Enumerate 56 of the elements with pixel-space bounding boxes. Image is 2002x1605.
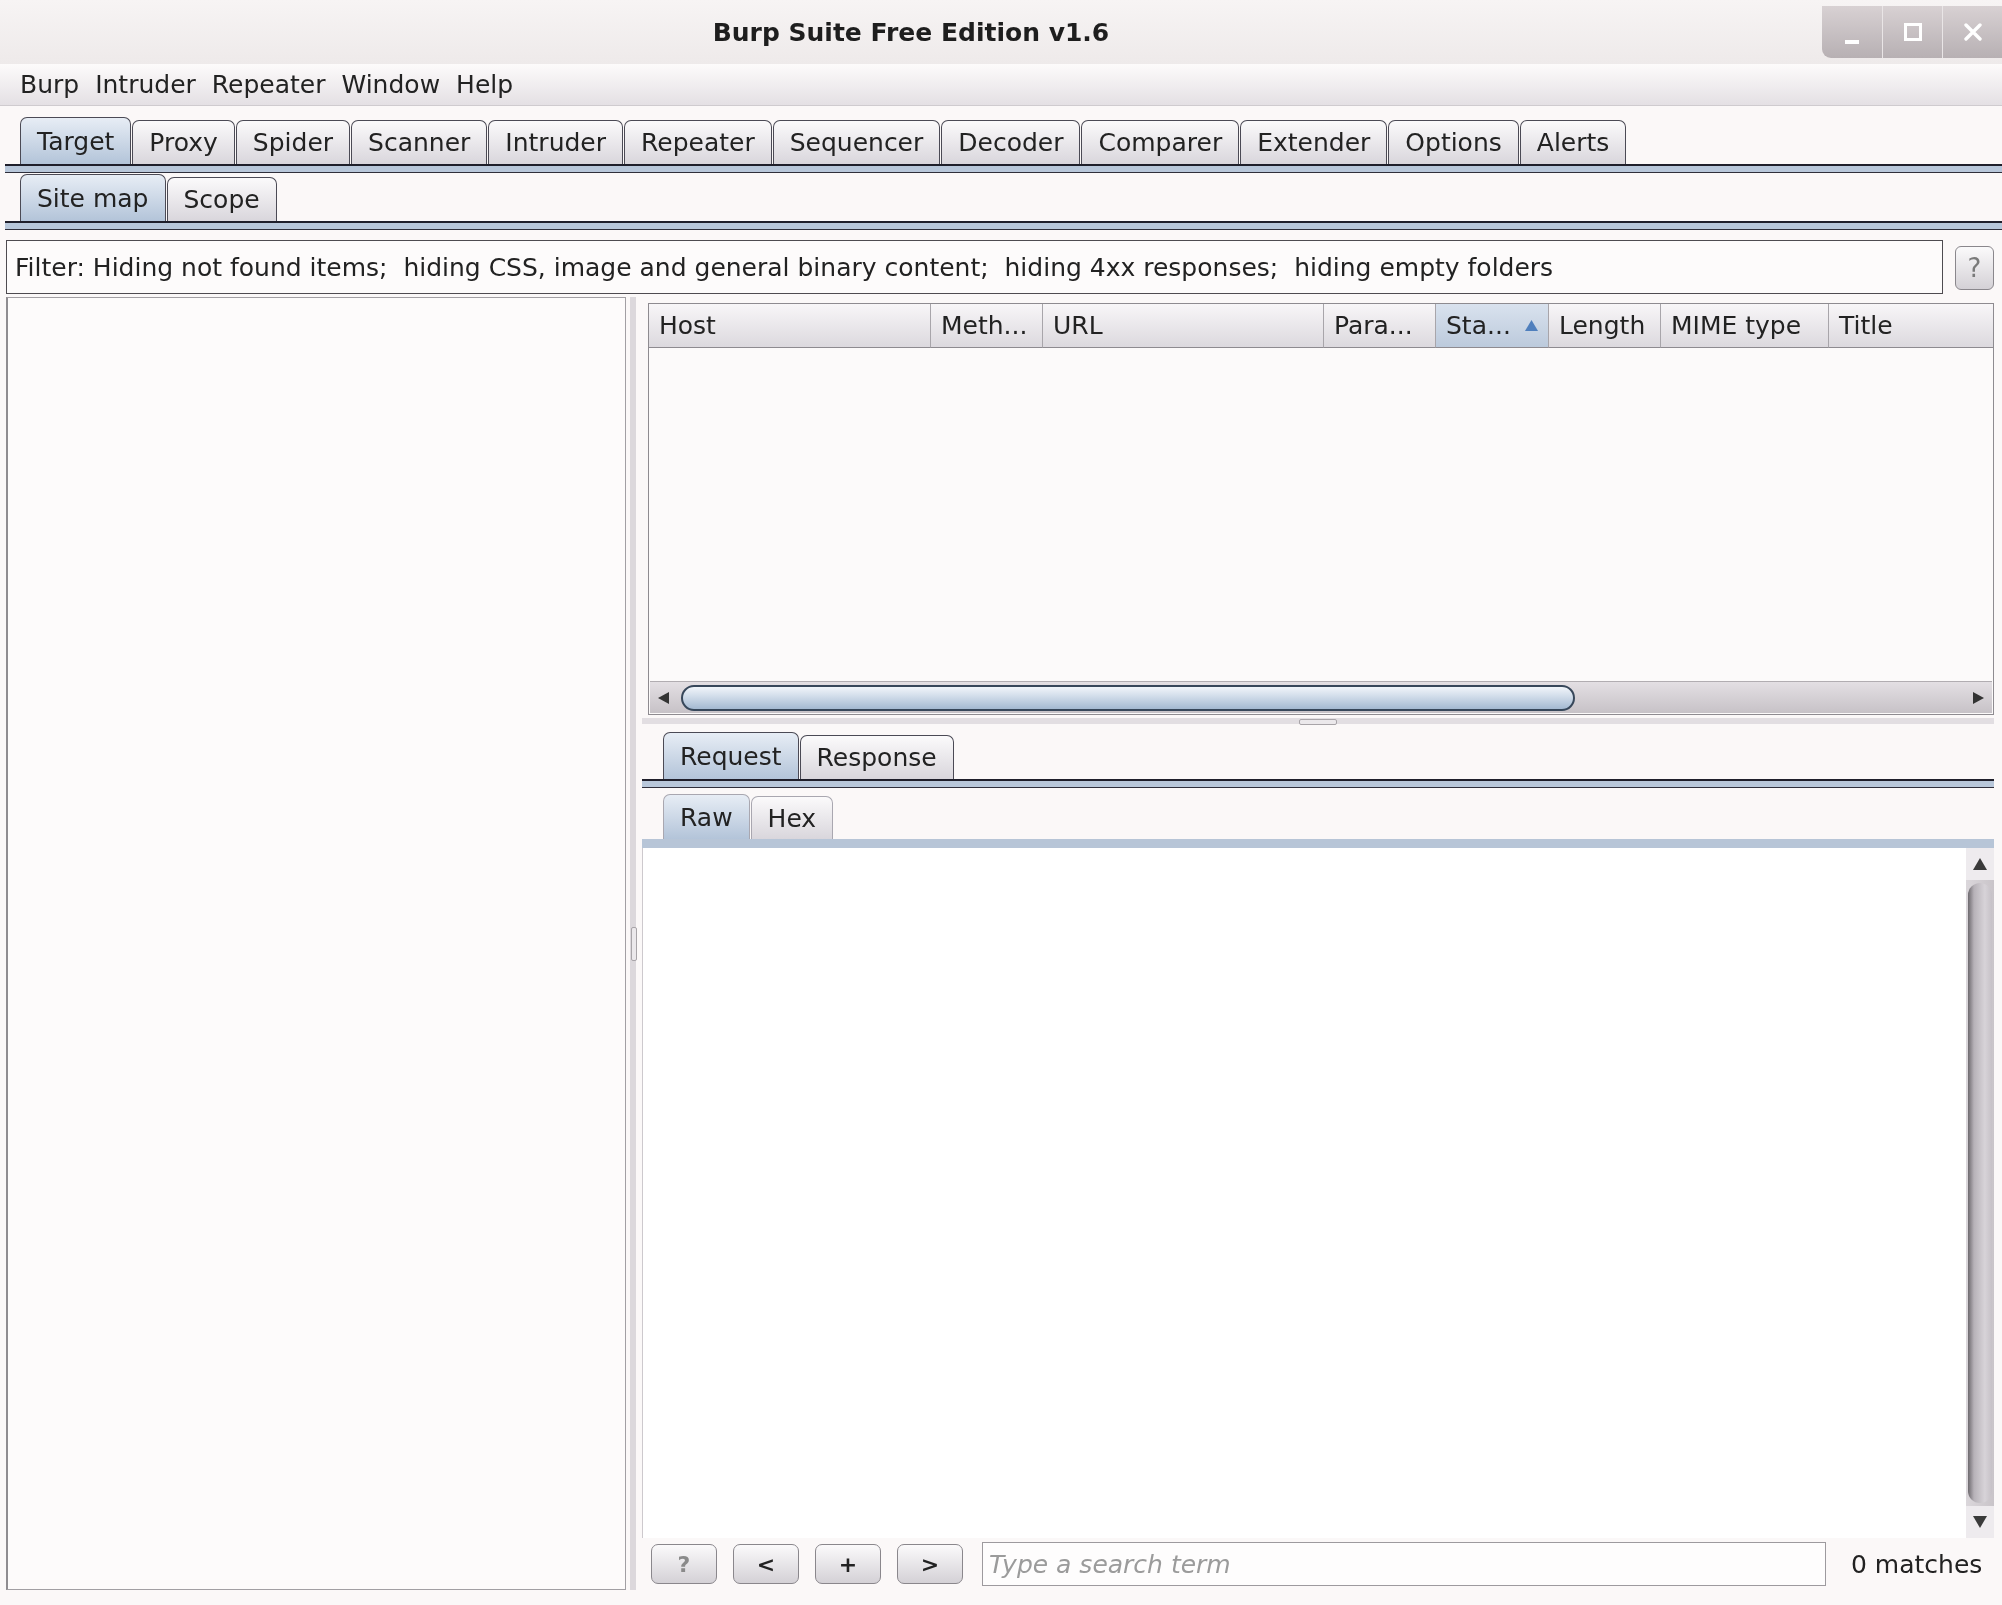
column-header[interactable]: URL (1043, 304, 1324, 348)
editor-tab[interactable]: Request (663, 732, 799, 779)
window-title: Burp Suite Free Edition v1.6 (712, 17, 1110, 47)
tab[interactable]: Comparer (1081, 120, 1240, 164)
match-count: 0 matches (1851, 1549, 1983, 1579)
view-tab[interactable]: Hex (750, 796, 834, 839)
maximize-icon (1903, 23, 1922, 41)
tab[interactable]: Spider (235, 120, 351, 164)
previous-button[interactable]: < (733, 1544, 799, 1584)
menu-item[interactable]: Intruder (87, 64, 204, 105)
splitter-grip-icon[interactable] (1299, 718, 1337, 725)
column-header[interactable]: Meth... (931, 304, 1043, 348)
menu-item[interactable]: Window (333, 64, 449, 105)
tab[interactable]: Options (1388, 120, 1519, 164)
view-tab[interactable]: Raw (663, 794, 750, 839)
scroll-left-icon[interactable] (658, 691, 669, 704)
menu-item[interactable]: Burp (12, 64, 88, 105)
sub-tab[interactable]: Scope (166, 177, 277, 221)
minimize-button[interactable] (1822, 6, 1882, 58)
help-button[interactable]: ? (1955, 246, 1994, 290)
column-header[interactable]: Host (649, 304, 931, 348)
sort-up-icon (1525, 320, 1538, 331)
tab[interactable]: Decoder (941, 120, 1081, 164)
minimize-icon (1845, 40, 1859, 44)
maximize-button[interactable] (1882, 6, 1942, 58)
horizontal-scrollbar[interactable] (650, 681, 1992, 713)
scroll-down-icon[interactable] (1973, 1516, 1987, 1528)
filter-bar[interactable]: Filter: Hiding not found items; hiding CSS, image and general binary content; hiding 4xx responses; hiding empty folders (6, 240, 1943, 294)
search-field[interactable]: Type a search term (982, 1542, 1826, 1586)
tab[interactable]: Intruder (488, 120, 623, 164)
column-header[interactable]: MIME type (1661, 304, 1829, 348)
column-header[interactable]: Title (1829, 304, 1993, 348)
splitter-grip-icon[interactable] (631, 926, 637, 961)
scrollbar-thumb[interactable] (1968, 883, 1992, 1503)
close-icon (1963, 23, 1982, 41)
scroll-right-icon[interactable] (1973, 691, 1984, 704)
plus-button[interactable]: + (815, 1544, 881, 1584)
menu-item[interactable]: Repeater (203, 64, 334, 105)
editor-tab[interactable]: Response (799, 735, 954, 779)
column-header[interactable]: Para... (1324, 304, 1436, 348)
scrollbar-thumb[interactable] (681, 684, 1575, 711)
tab[interactable]: Repeater (624, 120, 772, 164)
column-header[interactable]: Sta... (1436, 304, 1549, 348)
column-header[interactable]: Length (1549, 304, 1661, 348)
tab[interactable]: Proxy (132, 120, 235, 164)
tab[interactable]: Target (20, 117, 132, 164)
close-button[interactable] (1942, 6, 2002, 58)
tab[interactable]: Scanner (351, 120, 488, 164)
next-button[interactable]: > (897, 1544, 963, 1584)
menu-item[interactable]: Help (448, 64, 522, 105)
scroll-up-icon[interactable] (1973, 858, 1987, 870)
vertical-scrollbar[interactable] (1966, 848, 1994, 1538)
tab[interactable]: Sequencer (772, 120, 941, 164)
tab[interactable]: Extender (1240, 120, 1388, 164)
tab[interactable]: Alerts (1519, 120, 1627, 164)
sub-tab[interactable]: Site map (20, 174, 166, 221)
